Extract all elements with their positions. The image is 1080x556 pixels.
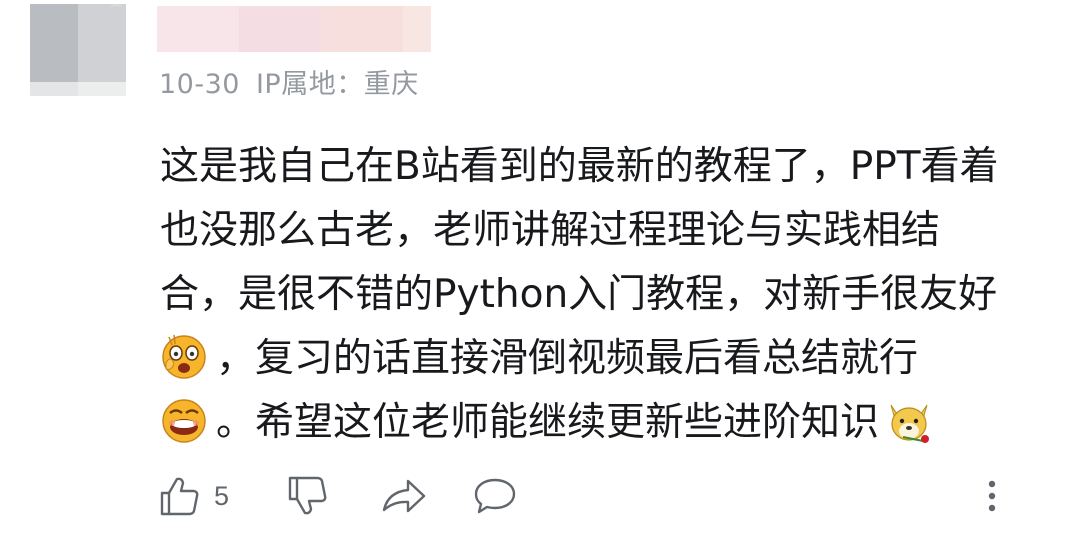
comment-date: 10-30 [159, 69, 240, 100]
reply-button[interactable] [472, 470, 518, 522]
comment-actions: 5 [0, 470, 1080, 522]
more-options-button[interactable] [978, 470, 1006, 522]
grinning-face-emoji [160, 397, 208, 445]
comment-meta: 10-30 IP属地：重庆 [159, 62, 419, 101]
like-button[interactable]: 5 [158, 470, 229, 522]
comment-line-3: 合，是很不错的Python入门教程，对新手很友好 [160, 272, 998, 317]
avatar[interactable] [30, 4, 126, 96]
comment-line-1: 这是我自己在B站看到的最新的教程了，PPT看着 [160, 144, 999, 189]
comment-content: 这是我自己在B站看到的最新的教程了，PPT看着 也没那么古老，老师讲解过程理论与… [160, 135, 1060, 455]
shocked-face-emoji [160, 333, 208, 381]
share-icon [380, 474, 428, 518]
comment-line-5-row: 。希望这位老师能继续更新些进阶知识 [160, 391, 1060, 455]
thumbs-down-icon [286, 474, 330, 518]
comment-line-5: 。希望这位老师能继续更新些进阶知识 [216, 400, 880, 445]
dislike-button[interactable] [286, 470, 330, 522]
doge-rose-emoji [885, 397, 933, 445]
comment-item: 10-30 IP属地：重庆 这是我自己在B站看到的最新的教程了，PPT看着 也没那… [0, 0, 1080, 556]
reply-bubble-icon [472, 474, 518, 518]
share-button[interactable] [380, 470, 428, 522]
comment-line-4-row: ，复习的话直接滑倒视频最后看总结就行 [160, 327, 1060, 391]
ip-location: IP属地：重庆 [255, 69, 419, 100]
more-vertical-icon [978, 474, 1006, 518]
comment-line-2: 也没那么古老，老师讲解过程理论与实践相结 [160, 208, 941, 253]
thumbs-up-icon [158, 474, 202, 518]
comment-line-4: ，复习的话直接滑倒视频最后看总结就行 [216, 336, 919, 381]
username-pixelated[interactable] [157, 6, 431, 52]
like-count: 5 [214, 480, 230, 511]
